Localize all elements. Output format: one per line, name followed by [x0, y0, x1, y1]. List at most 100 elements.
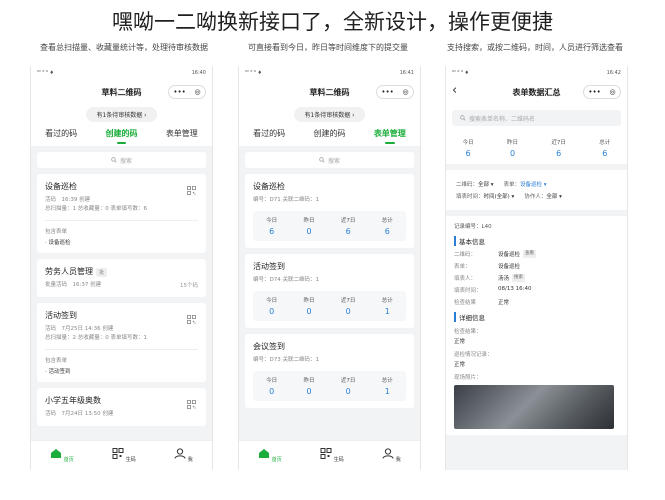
field-label: 巡检情况记录： [454, 352, 493, 358]
tab-form-management[interactable]: 表单管理 [374, 128, 406, 144]
batch-badge: 批 [96, 268, 108, 277]
stat-label-7days: 近7日 [551, 140, 566, 146]
field-value: 设备巡检 [498, 252, 521, 258]
status-bar: ⁰ᴵˡ ⁶ ⁶ ♦ 16:41 [239, 66, 420, 80]
filter-form-value[interactable]: 设备巡检 ▾ [520, 182, 547, 188]
more-icon[interactable]: ••• [173, 88, 185, 96]
more-icon[interactable]: ••• [381, 88, 393, 96]
stat-value-7days: 6 [556, 149, 562, 158]
stat-label-total: 总计 [381, 298, 393, 304]
stat-value-today: 6 [465, 149, 471, 158]
filter-form[interactable]: 表单：设备巡检 ▾ [504, 180, 547, 188]
status-bar: ⁰ᴵˡ ⁶ ⁶ ♦ 16:42 [446, 66, 627, 80]
clock: 16:42 [606, 70, 621, 76]
stat-value-yesterday: 0 [306, 387, 312, 396]
filter-qr[interactable]: 二维码：全部 ▾ [456, 180, 494, 188]
user-icon [382, 448, 394, 459]
miniapp-capsule[interactable]: ••• ◎ [168, 85, 206, 99]
tabbar-home[interactable]: 首页 [50, 448, 74, 463]
tabbar-home-label: 首页 [271, 457, 282, 463]
miniapp-capsule[interactable]: ••• ◎ [376, 85, 414, 99]
filter-user-value[interactable]: 全部 ▾ [546, 194, 562, 200]
stat-value-today: 0 [269, 307, 275, 316]
qr-code-icon [112, 448, 124, 459]
code-created: 活码 16:39 创建 [45, 197, 91, 203]
more-icon[interactable]: ••• [588, 88, 600, 96]
search-input[interactable]: 搜索 [37, 152, 206, 168]
field-label: 表单： [454, 264, 471, 270]
included-form-item[interactable]: · 设备巡检 [45, 238, 198, 246]
code-card[interactable]: 劳务人员管理批 批量活码 16:37 创建 15个码 [37, 259, 206, 297]
stat-label-total: 总计 [381, 378, 393, 384]
miniapp-capsule[interactable]: ••• ◎ [583, 85, 621, 99]
close-icon[interactable]: ◎ [403, 88, 409, 96]
stat-label-total: 总计 [381, 218, 393, 224]
stat-value-yesterday: 0 [306, 227, 312, 236]
tab-viewed-codes[interactable]: 看过的码 [253, 128, 285, 142]
tabbar-me[interactable]: 我 [174, 448, 193, 463]
back-icon[interactable]: ‹ [452, 83, 457, 98]
tab-form-management[interactable]: 表单管理 [166, 128, 198, 142]
form-card[interactable]: 活动签到 编号：D74 关联二维码：1 今日 0 昨日 0 近7日 0 总计 1 [245, 254, 414, 328]
tab-viewed-codes[interactable]: 看过的码 [45, 128, 77, 142]
field-value: 汤汤 [498, 276, 510, 282]
tabbar-me[interactable]: 我 [382, 448, 401, 463]
page-title: 表单数据汇总 [512, 87, 561, 97]
tab-created-codes[interactable]: 创建的码 [105, 128, 137, 144]
home-icon [259, 449, 270, 458]
phone-screen-form-summary: ⁰ᴵˡ ⁶ ⁶ ♦ 16:42 ‹ 表单数据汇总 ••• ◎ 搜索表单名称、二维… [445, 66, 628, 470]
included-form-item[interactable]: · 活动签到 [45, 367, 198, 375]
qr-code-icon[interactable] [187, 315, 196, 324]
form-card[interactable]: 会议签到 编号：D73 关联二维码：1 今日 0 昨日 0 近7日 0 总计 1 [245, 334, 414, 408]
site-photo[interactable] [454, 385, 614, 429]
headline: 嘿呦一二呦换新接口了，全新设计，操作更便捷 [112, 10, 553, 34]
phone-screen-form-management: ⁰ᴵˡ ⁶ ⁶ ♦ 16:41 草料二维码 ••• ◎ 有1条待审核数据 › 看… [238, 66, 421, 470]
close-icon[interactable]: ◎ [610, 88, 616, 96]
search-icon [460, 115, 466, 121]
view-tag[interactable]: 查看 [523, 250, 537, 258]
code-card[interactable]: 小学五年级奥数 活码 7月24日 13:50 创建 [37, 388, 206, 426]
pending-review-label[interactable]: 有1条待审核数据 › [294, 106, 365, 122]
form-meta: 编号：D74 关联二维码：1 [253, 277, 319, 283]
form-card[interactable]: 设备巡检 编号：D71 关联二维码：1 今日 6 昨日 0 近7日 6 总计 6 [245, 174, 414, 248]
filter-user[interactable]: 协作人：全部 ▾ [524, 192, 562, 200]
search-placeholder: 搜索 [327, 157, 340, 165]
tab-bar: 看过的码 创建的码 表单管理 [31, 124, 212, 146]
stat-value-yesterday: 0 [510, 149, 516, 158]
pending-review-label[interactable]: 有1条待审核数据 › [86, 106, 157, 122]
field-label: 填表时间： [454, 288, 482, 294]
stat-value-yesterday: 0 [306, 307, 312, 316]
qr-code-icon[interactable] [187, 400, 196, 409]
qr-code-icon[interactable] [187, 186, 196, 195]
tabbar-generate[interactable]: 生码 [112, 448, 136, 463]
pending-review-banner[interactable]: 有1条待审核数据 › [239, 104, 420, 124]
pending-review-banner[interactable]: 有1条待审核数据 › [31, 104, 212, 124]
qr-code-icon [320, 448, 332, 459]
code-card[interactable]: 活动签到 活码 7月25日 14:36 创建 总扫描量：2 总收藏量：0 表单填… [37, 303, 206, 382]
tabbar-generate[interactable]: 生码 [320, 448, 344, 463]
filter-time-value[interactable]: 时间(全部) ▾ [484, 194, 515, 200]
search-input[interactable]: 搜索 [245, 152, 414, 168]
stat-value-7days: 6 [345, 227, 351, 236]
page-title: 草料二维码 [309, 87, 350, 97]
tab-created-codes[interactable]: 创建的码 [313, 128, 345, 142]
form-title: 活动签到 [253, 262, 285, 271]
form-meta: 编号：D73 关联二维码：1 [253, 357, 319, 363]
record-card[interactable]: 记录编号：L40 基本信息 二维码： 设备巡检 查看 表单： 设备巡检 填表人： 汤汤搜… [446, 216, 627, 435]
user-icon [174, 448, 186, 459]
form-title: 会议签到 [253, 342, 285, 351]
filter-qr-value[interactable]: 全部 ▾ [478, 182, 494, 188]
stat-label-today: 今日 [462, 140, 474, 146]
signal-icons: ⁰ᴵˡ ⁶ ⁶ ♦ [452, 70, 470, 76]
stat-value-7days: 0 [345, 387, 351, 396]
field-value: 设备巡检 [498, 264, 521, 270]
status-bar: ⁰ᴵˡ ⁶ ⁶ ♦ 16:40 [31, 66, 212, 80]
code-title: 活动签到 [45, 311, 77, 320]
code-card[interactable]: 设备巡检 活码 16:39 创建 总扫描量：1 总收藏量：0 表单填写数：6 包… [37, 174, 206, 253]
filter-time[interactable]: 填表时间：时间(全部) ▾ [456, 192, 514, 200]
search-tag[interactable]: 搜索 [512, 274, 526, 282]
tabbar-home[interactable]: 首页 [258, 448, 282, 463]
code-title: 设备巡检 [45, 182, 77, 191]
close-icon[interactable]: ◎ [195, 88, 201, 96]
search-input[interactable]: 搜索表单名称、二维码名 [452, 110, 621, 126]
